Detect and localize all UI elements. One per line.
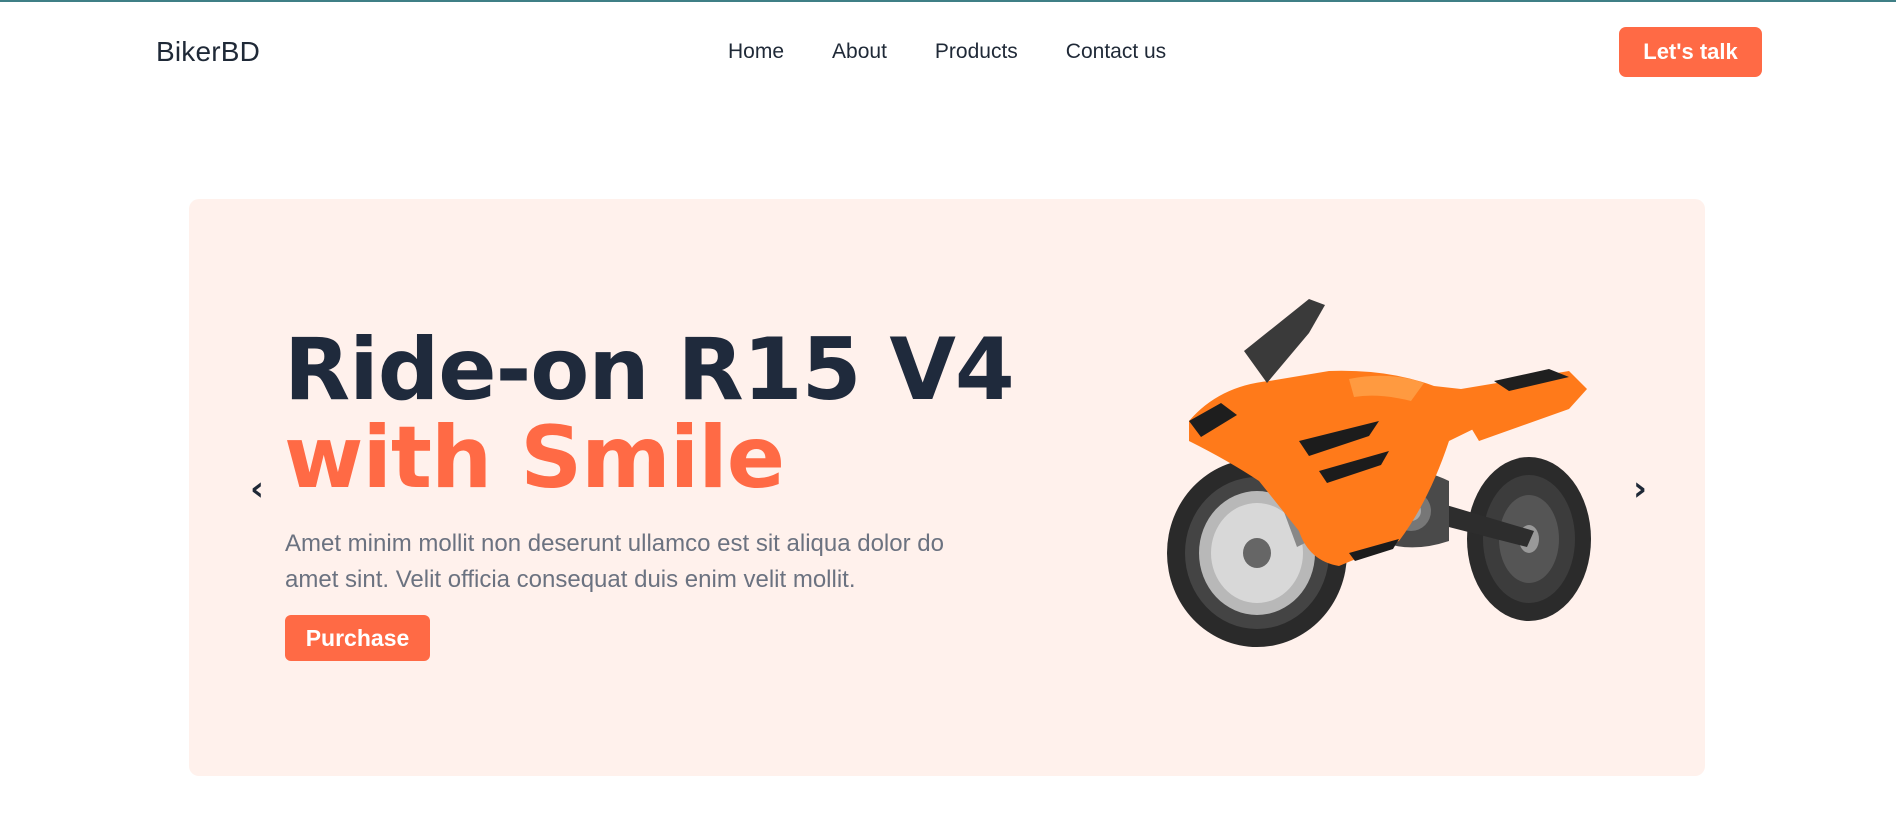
nav-about[interactable]: About — [832, 40, 887, 64]
nav-products[interactable]: Products — [935, 40, 1018, 64]
main-nav: Home About Products Contact us — [728, 40, 1166, 64]
carousel-prev-button[interactable]: ‹ — [229, 461, 285, 517]
purchase-button[interactable]: Purchase — [285, 615, 430, 661]
hero-carousel: ‹ Ride-on R15 V4 with Smile Amet minim m… — [189, 199, 1705, 776]
hero-description: Amet minim mollit non deserunt ullamco e… — [285, 530, 944, 593]
brand-logo[interactable]: BikerBD — [156, 36, 260, 68]
hero-title-line2: with Smile — [284, 408, 785, 508]
nav-contact[interactable]: Contact us — [1066, 40, 1166, 64]
site-header: BikerBD Home About Products Contact us L… — [0, 0, 1896, 106]
carousel-next-button[interactable]: › — [1612, 461, 1668, 517]
motorcycle-image — [1167, 299, 1591, 647]
windscreen — [1244, 299, 1325, 383]
nav-home[interactable]: Home — [728, 40, 784, 64]
lets-talk-button[interactable]: Let's talk — [1619, 27, 1762, 77]
hero-title-line1: Ride-on R15 V4 — [284, 320, 1015, 420]
